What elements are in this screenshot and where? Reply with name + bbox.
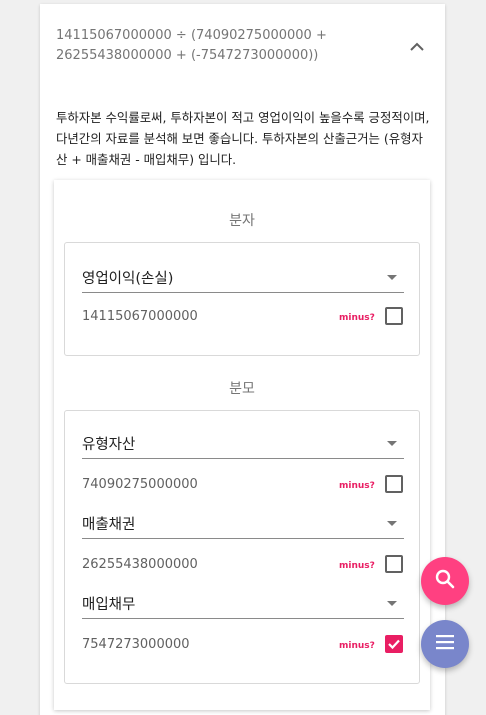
menu-icon xyxy=(435,634,455,654)
caret-down-icon xyxy=(387,441,397,446)
denominator-title: 분모 xyxy=(229,381,255,397)
formula-header[interactable]: 14115067000000 ÷ (74090275000000 + 26255… xyxy=(56,26,386,66)
search-icon xyxy=(434,568,456,594)
minus-checkbox[interactable] xyxy=(385,555,403,573)
description-text: 투하자본 수익률로써, 투하자본이 적고 영업이익이 높을수록 긍정적이며, 다… xyxy=(56,110,430,167)
denominator-value-3: 7547273000000 xyxy=(82,637,190,652)
minus-label: minus? xyxy=(339,561,375,571)
caret-down-icon xyxy=(387,275,397,280)
denominator-select-3[interactable]: 매입채무 xyxy=(82,591,404,619)
select-label: 유형자산 xyxy=(82,437,136,453)
numerator-title: 분자 xyxy=(229,213,255,229)
numerator-value: 14115067000000 xyxy=(82,309,198,324)
select-label: 매입채무 xyxy=(82,597,136,613)
numerator-select[interactable]: 영업이익(손실) xyxy=(82,265,404,293)
formula-card: 분자 영업이익(손실) 14115067000000 minus? 분모 유형자… xyxy=(54,180,430,710)
minus-label: minus? xyxy=(339,641,375,651)
search-fab[interactable] xyxy=(421,557,469,605)
menu-fab[interactable] xyxy=(421,620,469,668)
caret-down-icon xyxy=(387,601,397,606)
denominator-value-1: 74090275000000 xyxy=(82,477,198,492)
numerator-box: 영업이익(손실) 14115067000000 minus? xyxy=(64,242,420,356)
minus-label: minus? xyxy=(339,481,375,491)
minus-checkbox[interactable] xyxy=(385,475,403,493)
minus-checkbox[interactable] xyxy=(385,307,403,325)
caret-down-icon xyxy=(387,521,397,526)
denominator-select-2[interactable]: 매출채권 xyxy=(82,511,404,539)
denominator-select-1[interactable]: 유형자산 xyxy=(82,431,404,459)
select-label: 영업이익(손실) xyxy=(82,271,174,287)
chevron-up-icon[interactable] xyxy=(405,34,429,58)
expansion-panel: 14115067000000 ÷ (74090275000000 + 26255… xyxy=(40,4,445,715)
minus-checkbox-checked[interactable] xyxy=(385,635,403,653)
denominator-value-2: 26255438000000 xyxy=(82,557,198,572)
denominator-box: 유형자산 74090275000000 minus? 매출채권 26255438… xyxy=(64,410,420,684)
minus-label: minus? xyxy=(339,313,375,323)
select-label: 매출채권 xyxy=(82,517,136,533)
